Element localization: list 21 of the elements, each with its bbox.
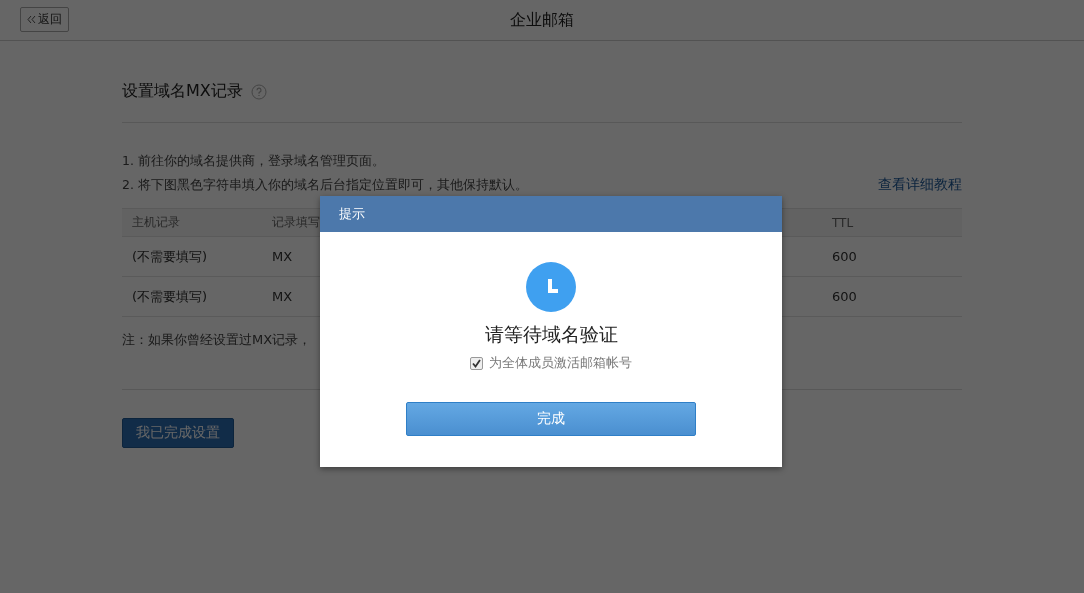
table-cell-text: (不需要填写) <box>131 247 208 266</box>
table-cell-text: (不需要填写) <box>131 287 208 306</box>
checkbox[interactable] <box>470 356 483 370</box>
table-cell-text: MX <box>271 248 293 266</box>
tutorial-link[interactable]: 查看详细教程 <box>878 176 962 194</box>
double-chevron-left-icon <box>27 15 36 24</box>
checkbox-label: 为全体成员激活邮箱帐号 <box>489 354 632 372</box>
back-button[interactable]: 返回 <box>20 7 69 32</box>
column-header: TTL <box>831 214 854 232</box>
instruction-text: 1. 前往你的域名提供商，登录域名管理页面。 <box>122 153 386 170</box>
confirm-button[interactable]: 完成 <box>406 402 696 436</box>
table-cell-text: MX <box>271 288 293 306</box>
page-title: 企业邮箱 <box>510 9 574 31</box>
dialog-message: 请等待域名验证 <box>484 322 618 347</box>
section-title: 设置域名MX记录 <box>122 81 243 102</box>
clock-icon <box>526 262 576 312</box>
dialog-title: 提示 <box>339 205 365 223</box>
done-setup-button[interactable]: 我已完成设置 <box>122 418 234 448</box>
table-cell-text: 600 <box>831 288 857 306</box>
instruction-text: 2. 将下图黑色字符串填入你的域名后台指定位置即可，其他保持默认。 <box>122 177 528 194</box>
table-cell-text: 600 <box>831 248 857 266</box>
